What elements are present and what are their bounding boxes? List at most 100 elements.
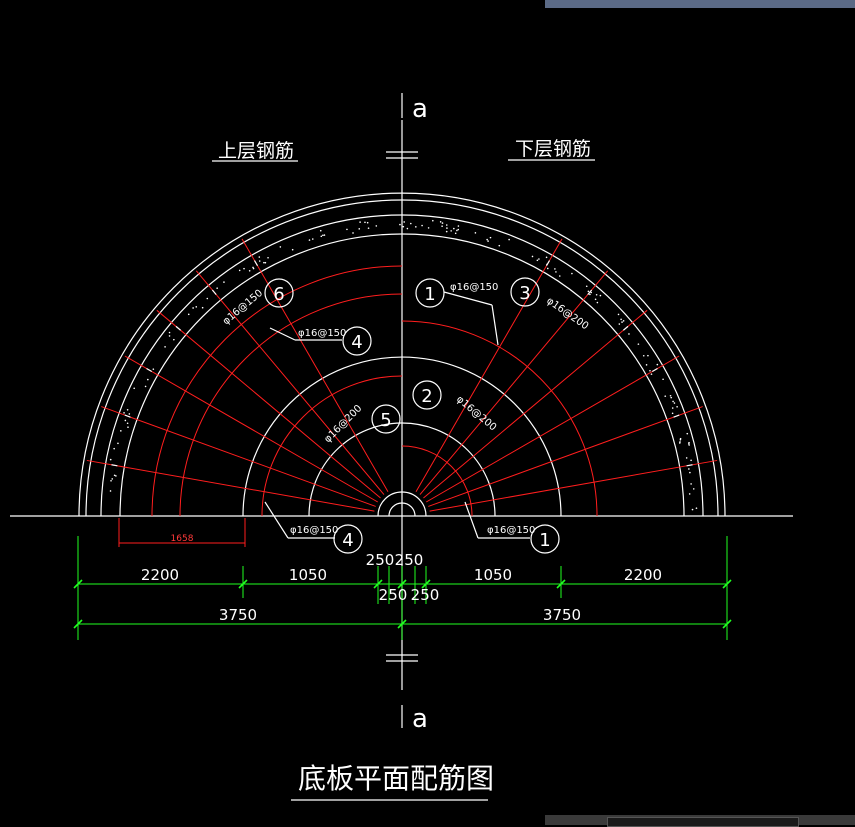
svg-text:2: 2 xyxy=(421,386,432,407)
spec-1b: φ16@150 xyxy=(487,525,535,536)
hatch-dot xyxy=(366,221,369,224)
rebar-tick-right-5 xyxy=(545,260,551,267)
hatch-dot xyxy=(195,306,198,308)
hatch-dot xyxy=(486,238,488,241)
hatch-dot xyxy=(223,281,225,283)
hatch-dot xyxy=(676,406,678,408)
hatch-dot xyxy=(311,238,314,240)
hatch-dot xyxy=(647,354,649,357)
hatch-dot xyxy=(279,246,282,248)
hatch-dot xyxy=(399,223,401,226)
hatch-dot xyxy=(649,369,651,372)
hatch-dot xyxy=(291,248,294,251)
hatch-dot xyxy=(109,490,112,492)
rebar-tick-left-4 xyxy=(211,289,217,295)
hatch-dot xyxy=(664,395,667,397)
status-bar xyxy=(545,815,855,827)
hatch-dot xyxy=(671,407,674,409)
hatch-dot xyxy=(445,224,448,226)
hatch-dot xyxy=(688,444,690,446)
hatch-dot xyxy=(637,343,640,345)
hatch-dot xyxy=(168,335,171,337)
hatch-dot xyxy=(263,261,265,264)
hatch-dot xyxy=(264,261,267,264)
svg-text:6: 6 xyxy=(273,284,284,305)
hatch-dot xyxy=(454,232,457,235)
hatch-dot xyxy=(662,378,664,381)
dim-center-l1: 250 xyxy=(366,551,395,569)
dim-right-inner: 1050 xyxy=(474,566,512,584)
hatch-dot xyxy=(320,235,323,238)
hatch-dot xyxy=(128,413,131,415)
hatch-dot xyxy=(267,256,269,259)
hatch-dot xyxy=(258,256,261,258)
hatch-dot xyxy=(690,483,692,485)
hatch-dot xyxy=(427,227,430,229)
hatch-dot xyxy=(531,255,534,258)
hatch-dot xyxy=(487,240,489,242)
hatch-dot xyxy=(558,275,561,277)
hatch-dot xyxy=(192,307,194,309)
hatch-dot xyxy=(555,271,557,273)
hatch-dot xyxy=(445,230,448,233)
spec-4a: φ16@150 xyxy=(298,328,346,339)
hatch-dot xyxy=(656,363,659,366)
dim-center-r1: 250 xyxy=(395,551,424,569)
hatch-dot xyxy=(508,238,510,241)
hatch-dot xyxy=(352,232,354,234)
hatch-dot xyxy=(164,346,166,348)
hatch-dot xyxy=(692,488,695,490)
rebar-tick-left-2 xyxy=(146,367,153,373)
hatch-dot xyxy=(406,227,409,230)
marker-3: 3 xyxy=(510,277,540,307)
hatch-dot xyxy=(536,259,539,262)
hatch-dot xyxy=(688,493,691,495)
dim-right-total: 3750 xyxy=(543,606,581,624)
hatch-dot xyxy=(489,236,492,239)
hatch-dot xyxy=(596,301,599,304)
drawing-title: 底板平面配筋图 xyxy=(298,762,494,795)
dim-left-total: 3750 xyxy=(219,606,257,624)
hatch-dot xyxy=(690,459,692,462)
rebar-tick-left-0 xyxy=(111,464,118,467)
rebar-tick-right-3 xyxy=(623,325,629,331)
hatch-dot xyxy=(686,432,689,435)
hatch-dot xyxy=(642,354,645,357)
hatch-dot xyxy=(689,471,691,474)
hatch-dot xyxy=(545,256,548,259)
hatch-dot xyxy=(367,227,370,229)
hatch-dot xyxy=(672,400,674,403)
hatch-dot xyxy=(498,244,501,247)
hatch-dot xyxy=(432,219,434,222)
hatch-dot xyxy=(308,239,311,241)
svg-text:1: 1 xyxy=(424,284,435,305)
hatch-dot xyxy=(446,227,448,229)
hatch-dot xyxy=(650,373,653,375)
marker-1a: 1 xyxy=(415,278,445,308)
hatch-dot xyxy=(589,293,591,296)
hatch-dot xyxy=(620,318,622,321)
svg-text:3: 3 xyxy=(519,283,530,304)
hatch-dot xyxy=(456,229,458,232)
hatch-dot xyxy=(618,323,621,325)
hatch-dot xyxy=(364,221,366,224)
hatch-dot xyxy=(441,222,444,224)
hatch-dot xyxy=(187,313,190,316)
radial-bar-left-5 xyxy=(241,238,389,493)
hatch-dot xyxy=(113,474,116,477)
hatch-dot xyxy=(375,225,378,227)
dim-left-inner: 1050 xyxy=(289,566,327,584)
hatch-dot xyxy=(258,260,261,262)
hatch-dot xyxy=(206,297,209,300)
hatch-dot xyxy=(688,441,690,444)
marker-5: 5 xyxy=(371,404,401,434)
hatch-dot xyxy=(346,228,348,231)
hatch-dot xyxy=(110,479,112,482)
hatch-dot xyxy=(669,394,672,397)
hatch-dot xyxy=(319,229,322,232)
hatch-dot xyxy=(587,290,590,293)
hatch-dot xyxy=(617,313,620,316)
hatch-dot xyxy=(554,268,556,270)
hatch-dot xyxy=(415,226,417,228)
hatch-dot xyxy=(691,508,694,511)
